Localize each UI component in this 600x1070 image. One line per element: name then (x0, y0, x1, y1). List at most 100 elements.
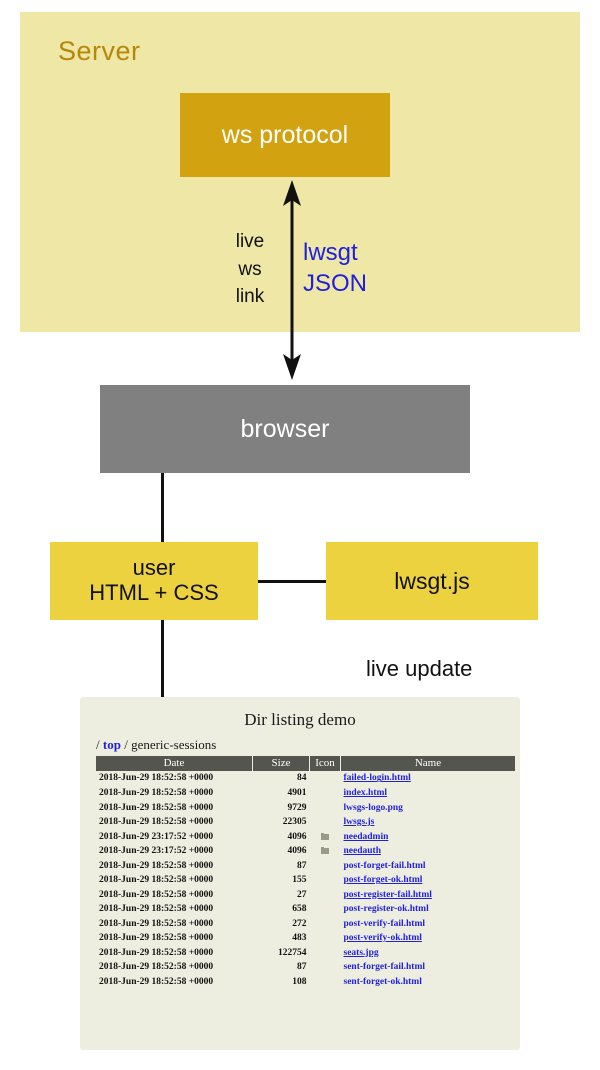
cell-icon (310, 873, 341, 888)
cell-name: post-verify-fail.html (341, 917, 516, 932)
ws-protocol-label: ws protocol (221, 120, 349, 149)
column-header-name[interactable]: Name (340, 755, 515, 772)
folder-icon (321, 832, 329, 840)
cell-name: post-forget-fail.html (341, 859, 516, 874)
cell-date: 2018-Jun-29 18:52:58 +0000 (99, 889, 214, 900)
lwsgtjs-label: lwsgt.js (394, 567, 470, 594)
cell-icon (310, 859, 341, 874)
cell-name: post-verify-ok.html (341, 931, 516, 946)
file-link[interactable]: index.html (344, 788, 388, 798)
browser-node: browser (100, 385, 470, 473)
cell-size: 4901 (287, 787, 307, 798)
cell-date: 2018-Jun-29 18:52:58 +0000 (99, 962, 214, 973)
cell-size: 84 (297, 773, 307, 784)
table-row: 2018-Jun-29 18:52:58 +0000 155 post-forget… (96, 873, 515, 888)
folder-icon (321, 847, 329, 855)
cell-icon (310, 771, 341, 786)
cell-size: 122754 (278, 947, 307, 958)
file-link[interactable]: seats.jpg (344, 948, 379, 958)
cell-size: 4096 (287, 831, 307, 842)
cell-name: needauth (341, 844, 516, 859)
cell-date: 2018-Jun-29 23:17:52 +0000 (99, 846, 214, 857)
breadcrumb-current: generic-sessions (131, 736, 217, 752)
lwsgt-json-line2: JSON (303, 269, 368, 297)
table-row: 2018-Jun-29 18:52:58 +0000 272 post-verify… (96, 917, 515, 932)
cell-size: 483 (292, 933, 307, 944)
dir-listing-title: Dir listing demo (244, 710, 356, 729)
column-header-icon[interactable]: Icon (309, 755, 341, 772)
breadcrumb: / top / generic-sessions (96, 737, 520, 753)
cell-date: 2018-Jun-29 18:52:58 +0000 (99, 787, 214, 798)
file-link[interactable]: post-register-fail.html (344, 890, 432, 900)
cell-icon (310, 830, 341, 845)
column-header-size[interactable]: Size (252, 755, 310, 772)
file-link[interactable]: lwsgs-logo.png (344, 803, 403, 813)
browser-label: browser (240, 414, 330, 443)
table-row: 2018-Jun-29 18:52:58 +0000 4901 index.html (96, 786, 515, 801)
user-html-css-node: user HTML + CSS (50, 542, 258, 620)
file-link[interactable]: post-forget-ok.html (344, 875, 423, 885)
cell-name: failed-login.html (341, 771, 516, 786)
live-ws-link-label: live ws link (222, 228, 278, 311)
user-label-line1: user (132, 555, 176, 581)
dir-listing-panel: Dir listing demo / top / generic-session… (80, 697, 520, 1050)
file-link[interactable]: needauth (344, 846, 381, 856)
cell-icon (310, 801, 341, 816)
cell-icon (310, 815, 341, 830)
cell-date: 2018-Jun-29 18:52:58 +0000 (99, 802, 214, 813)
table-row: 2018-Jun-29 18:52:58 +0000 122754 seats.jp… (96, 946, 515, 961)
connector-user-to-dir-panel (161, 620, 164, 698)
cell-name: sent-forget-fail.html (341, 960, 516, 975)
cell-date: 2018-Jun-29 18:52:58 +0000 (99, 875, 214, 886)
table-row: 2018-Jun-29 18:52:58 +0000 87 sent-forget-… (96, 960, 515, 975)
cell-size: 87 (297, 860, 307, 871)
cell-date: 2018-Jun-29 18:52:58 +0000 (99, 947, 214, 958)
table-row: 2018-Jun-29 18:52:58 +0000 27 post-registe… (96, 888, 515, 903)
dir-table-head: Date Size Icon Name (96, 755, 515, 772)
file-link[interactable]: sent-forget-fail.html (344, 962, 426, 972)
cell-date: 2018-Jun-29 18:52:58 +0000 (99, 933, 214, 944)
breadcrumb-leading-separator: / (96, 736, 100, 752)
live-ws-link-line1: live (235, 231, 265, 252)
file-link[interactable]: post-verify-ok.html (344, 933, 422, 943)
table-row: 2018-Jun-29 18:52:58 +0000 658 post-regist… (96, 902, 515, 917)
cell-icon (310, 960, 341, 975)
table-row: 2018-Jun-29 18:52:58 +0000 84 failed-login… (96, 771, 515, 786)
breadcrumb-link-top[interactable]: top (103, 737, 121, 752)
file-link[interactable]: lwsgs.js (344, 817, 375, 827)
dir-table-body: 2018-Jun-29 18:52:58 +0000 84 failed-login… (96, 771, 515, 989)
cell-date: 2018-Jun-29 18:52:58 +0000 (99, 817, 214, 828)
cell-name: needadmin (341, 830, 516, 845)
table-row: 2018-Jun-29 18:52:58 +0000 87 post-forget-… (96, 859, 515, 874)
cell-name: post-register-fail.html (341, 888, 516, 903)
cell-name: sent-forget-ok.html (341, 975, 516, 990)
cell-size: 87 (297, 962, 307, 973)
connector-browser-to-user (161, 473, 164, 543)
cell-name: post-register-ok.html (341, 902, 516, 917)
table-row: 2018-Jun-29 18:52:58 +0000 22305 lwsgs.js (96, 815, 515, 830)
file-link[interactable]: failed-login.html (344, 773, 411, 783)
cell-date: 2018-Jun-29 18:52:58 +0000 (99, 860, 214, 871)
cell-name: seats.jpg (341, 946, 516, 961)
cell-size: 108 (292, 976, 307, 987)
connector-user-to-lwsgtjs (258, 580, 327, 583)
live-ws-link-line3: link (235, 286, 265, 308)
live-update-label: live update (366, 656, 473, 681)
cell-size: 22305 (282, 817, 307, 828)
cell-name: index.html (341, 786, 516, 801)
cell-size: 155 (292, 875, 307, 886)
dir-table-header-row: Date Size Icon Name (96, 755, 515, 772)
column-header-date[interactable]: Date (96, 755, 253, 772)
file-link[interactable]: needadmin (344, 832, 389, 842)
lwsgt-json-label: lwsgt JSON (303, 238, 367, 299)
cell-icon (310, 888, 341, 903)
cell-date: 2018-Jun-29 23:17:52 +0000 (99, 831, 214, 842)
ws-protocol-node: ws protocol (180, 93, 390, 177)
table-row: 2018-Jun-29 18:52:58 +0000 108 sent-forget… (96, 975, 515, 990)
file-link[interactable]: post-forget-fail.html (344, 861, 426, 871)
cell-date: 2018-Jun-29 18:52:58 +0000 (99, 773, 214, 784)
cell-date: 2018-Jun-29 18:52:58 +0000 (99, 918, 214, 929)
file-link[interactable]: post-register-ok.html (344, 904, 429, 914)
file-link[interactable]: sent-forget-ok.html (344, 977, 422, 987)
file-link[interactable]: post-verify-fail.html (344, 919, 426, 929)
